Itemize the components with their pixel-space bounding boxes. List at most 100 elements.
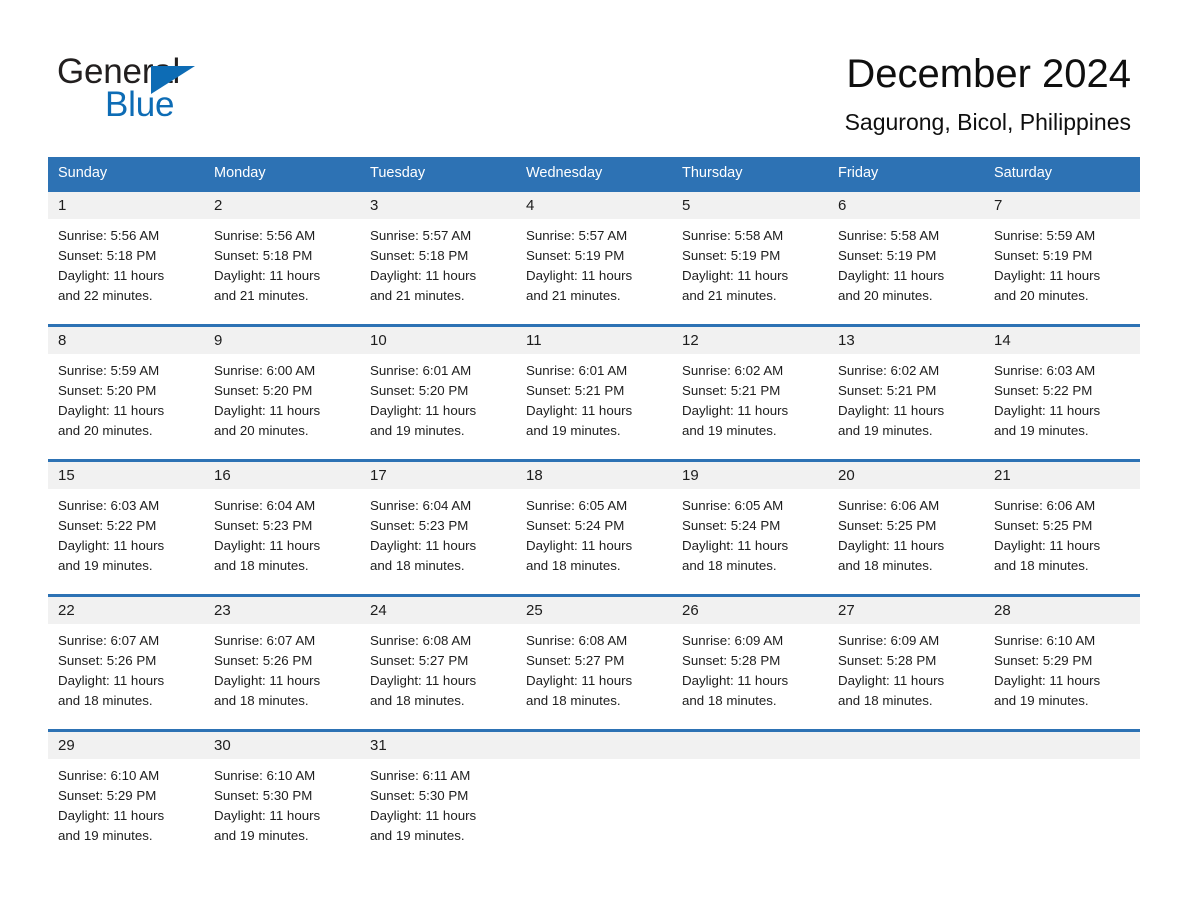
day-cell[interactable]: 12 Sunrise: 6:02 AM Sunset: 5:21 PM Dayl…	[672, 324, 828, 459]
day-cell[interactable]: 16 Sunrise: 6:04 AM Sunset: 5:23 PM Dayl…	[204, 459, 360, 594]
day-cell[interactable]: 9 Sunrise: 6:00 AM Sunset: 5:20 PM Dayli…	[204, 324, 360, 459]
daylight-text-line2: and 22 minutes.	[58, 288, 153, 303]
sunrise-text: Sunrise: 6:09 AM	[682, 633, 784, 648]
day-cell[interactable]: 28 Sunrise: 6:10 AM Sunset: 5:29 PM Dayl…	[984, 594, 1140, 729]
day-cell-empty	[828, 729, 984, 849]
daylight-text-line2: and 19 minutes.	[370, 828, 465, 843]
day-cell-empty	[672, 729, 828, 849]
day-cell[interactable]: 7 Sunrise: 5:59 AM Sunset: 5:19 PM Dayli…	[984, 189, 1140, 324]
sunrise-text: Sunrise: 6:04 AM	[370, 498, 472, 513]
day-number: 19	[682, 467, 699, 484]
day-cell[interactable]: 26 Sunrise: 6:09 AM Sunset: 5:28 PM Dayl…	[672, 594, 828, 729]
day-cell[interactable]: 21 Sunrise: 6:06 AM Sunset: 5:25 PM Dayl…	[984, 459, 1140, 594]
sunset-text: Sunset: 5:21 PM	[838, 383, 937, 398]
sunrise-text: Sunrise: 5:58 AM	[838, 228, 940, 243]
day-cell[interactable]: 13 Sunrise: 6:02 AM Sunset: 5:21 PM Dayl…	[828, 324, 984, 459]
day-cell[interactable]: 18 Sunrise: 6:05 AM Sunset: 5:24 PM Dayl…	[516, 459, 672, 594]
day-cell[interactable]: 2 Sunrise: 5:56 AM Sunset: 5:18 PM Dayli…	[204, 189, 360, 324]
daylight-text-line1: Daylight: 11 hours	[526, 403, 633, 418]
day-details: Sunrise: 5:59 AM Sunset: 5:19 PM Dayligh…	[984, 219, 1140, 306]
sunset-text: Sunset: 5:25 PM	[994, 518, 1093, 533]
day-details: Sunrise: 6:02 AM Sunset: 5:21 PM Dayligh…	[672, 354, 828, 441]
day-number-band	[516, 732, 672, 759]
day-cell[interactable]: 4 Sunrise: 5:57 AM Sunset: 5:19 PM Dayli…	[516, 189, 672, 324]
daylight-text-line1: Daylight: 11 hours	[994, 403, 1101, 418]
day-cell[interactable]: 27 Sunrise: 6:09 AM Sunset: 5:28 PM Dayl…	[828, 594, 984, 729]
day-number: 31	[370, 737, 387, 754]
day-cell[interactable]: 10 Sunrise: 6:01 AM Sunset: 5:20 PM Dayl…	[360, 324, 516, 459]
day-details: Sunrise: 6:06 AM Sunset: 5:25 PM Dayligh…	[984, 489, 1140, 576]
sunrise-text: Sunrise: 5:59 AM	[994, 228, 1096, 243]
day-number: 6	[838, 197, 847, 214]
weekday-header-friday: Friday	[838, 165, 879, 181]
daylight-text-line1: Daylight: 11 hours	[838, 268, 945, 283]
day-cell[interactable]: 29 Sunrise: 6:10 AM Sunset: 5:29 PM Dayl…	[48, 729, 204, 849]
day-cell[interactable]: 6 Sunrise: 5:58 AM Sunset: 5:19 PM Dayli…	[828, 189, 984, 324]
sunrise-text: Sunrise: 6:00 AM	[214, 363, 316, 378]
day-number: 29	[58, 737, 75, 754]
sunrise-text: Sunrise: 6:09 AM	[838, 633, 940, 648]
day-number: 3	[370, 197, 379, 214]
day-cell[interactable]: 20 Sunrise: 6:06 AM Sunset: 5:25 PM Dayl…	[828, 459, 984, 594]
day-details: Sunrise: 6:03 AM Sunset: 5:22 PM Dayligh…	[984, 354, 1140, 441]
day-number-band: 31	[360, 732, 516, 759]
day-number-band: 3	[360, 192, 516, 219]
day-cell[interactable]: 19 Sunrise: 6:05 AM Sunset: 5:24 PM Dayl…	[672, 459, 828, 594]
day-number: 16	[214, 467, 231, 484]
daylight-text-line2: and 18 minutes.	[370, 693, 465, 708]
sunrise-text: Sunrise: 5:58 AM	[682, 228, 784, 243]
day-number: 5	[682, 197, 691, 214]
day-cell[interactable]: 22 Sunrise: 6:07 AM Sunset: 5:26 PM Dayl…	[48, 594, 204, 729]
sunset-text: Sunset: 5:27 PM	[370, 653, 469, 668]
day-cell[interactable]: 23 Sunrise: 6:07 AM Sunset: 5:26 PM Dayl…	[204, 594, 360, 729]
day-number: 26	[682, 602, 699, 619]
day-cell[interactable]: 24 Sunrise: 6:08 AM Sunset: 5:27 PM Dayl…	[360, 594, 516, 729]
day-number-band: 26	[672, 597, 828, 624]
day-cell[interactable]: 30 Sunrise: 6:10 AM Sunset: 5:30 PM Dayl…	[204, 729, 360, 849]
daylight-text-line2: and 19 minutes.	[838, 423, 933, 438]
day-cell[interactable]: 8 Sunrise: 5:59 AM Sunset: 5:20 PM Dayli…	[48, 324, 204, 459]
daylight-text-line1: Daylight: 11 hours	[370, 673, 477, 688]
sunrise-text: Sunrise: 6:06 AM	[994, 498, 1096, 513]
day-number: 17	[370, 467, 387, 484]
day-details: Sunrise: 6:09 AM Sunset: 5:28 PM Dayligh…	[672, 624, 828, 711]
sunset-text: Sunset: 5:18 PM	[214, 248, 313, 263]
day-number: 12	[682, 332, 699, 349]
sunset-text: Sunset: 5:20 PM	[58, 383, 157, 398]
daylight-text-line2: and 21 minutes.	[370, 288, 465, 303]
day-cell[interactable]: 14 Sunrise: 6:03 AM Sunset: 5:22 PM Dayl…	[984, 324, 1140, 459]
day-cell[interactable]: 31 Sunrise: 6:11 AM Sunset: 5:30 PM Dayl…	[360, 729, 516, 849]
day-number-band	[984, 732, 1140, 759]
day-cell-empty	[516, 729, 672, 849]
day-details: Sunrise: 6:08 AM Sunset: 5:27 PM Dayligh…	[360, 624, 516, 711]
day-details: Sunrise: 6:06 AM Sunset: 5:25 PM Dayligh…	[828, 489, 984, 576]
day-number-band: 24	[360, 597, 516, 624]
sunset-text: Sunset: 5:23 PM	[370, 518, 469, 533]
day-number-band: 8	[48, 327, 204, 354]
week-row: 8 Sunrise: 5:59 AM Sunset: 5:20 PM Dayli…	[48, 324, 1140, 459]
day-cell[interactable]: 15 Sunrise: 6:03 AM Sunset: 5:22 PM Dayl…	[48, 459, 204, 594]
daylight-text-line1: Daylight: 11 hours	[214, 403, 321, 418]
day-cell[interactable]: 5 Sunrise: 5:58 AM Sunset: 5:19 PM Dayli…	[672, 189, 828, 324]
sunset-text: Sunset: 5:18 PM	[58, 248, 157, 263]
daylight-text-line1: Daylight: 11 hours	[58, 403, 165, 418]
day-details: Sunrise: 5:58 AM Sunset: 5:19 PM Dayligh…	[828, 219, 984, 306]
day-details: Sunrise: 5:59 AM Sunset: 5:20 PM Dayligh…	[48, 354, 204, 441]
sunrise-text: Sunrise: 5:57 AM	[526, 228, 628, 243]
sunrise-text: Sunrise: 6:10 AM	[58, 768, 160, 783]
daylight-text-line1: Daylight: 11 hours	[838, 538, 945, 553]
week-row: 22 Sunrise: 6:07 AM Sunset: 5:26 PM Dayl…	[48, 594, 1140, 729]
day-number-band: 10	[360, 327, 516, 354]
week-row: 1 Sunrise: 5:56 AM Sunset: 5:18 PM Dayli…	[48, 189, 1140, 324]
weekday-header-row: Sunday Monday Tuesday Wednesday Thursday…	[48, 157, 1140, 189]
general-blue-logo[interactable]: General Blue	[57, 52, 387, 132]
sunset-text: Sunset: 5:23 PM	[214, 518, 313, 533]
logo-text-blue: Blue	[105, 85, 175, 124]
day-cell[interactable]: 1 Sunrise: 5:56 AM Sunset: 5:18 PM Dayli…	[48, 189, 204, 324]
day-cell[interactable]: 25 Sunrise: 6:08 AM Sunset: 5:27 PM Dayl…	[516, 594, 672, 729]
daylight-text-line2: and 18 minutes.	[58, 693, 153, 708]
day-cell[interactable]: 11 Sunrise: 6:01 AM Sunset: 5:21 PM Dayl…	[516, 324, 672, 459]
daylight-text-line1: Daylight: 11 hours	[838, 403, 945, 418]
day-cell[interactable]: 17 Sunrise: 6:04 AM Sunset: 5:23 PM Dayl…	[360, 459, 516, 594]
day-cell[interactable]: 3 Sunrise: 5:57 AM Sunset: 5:18 PM Dayli…	[360, 189, 516, 324]
